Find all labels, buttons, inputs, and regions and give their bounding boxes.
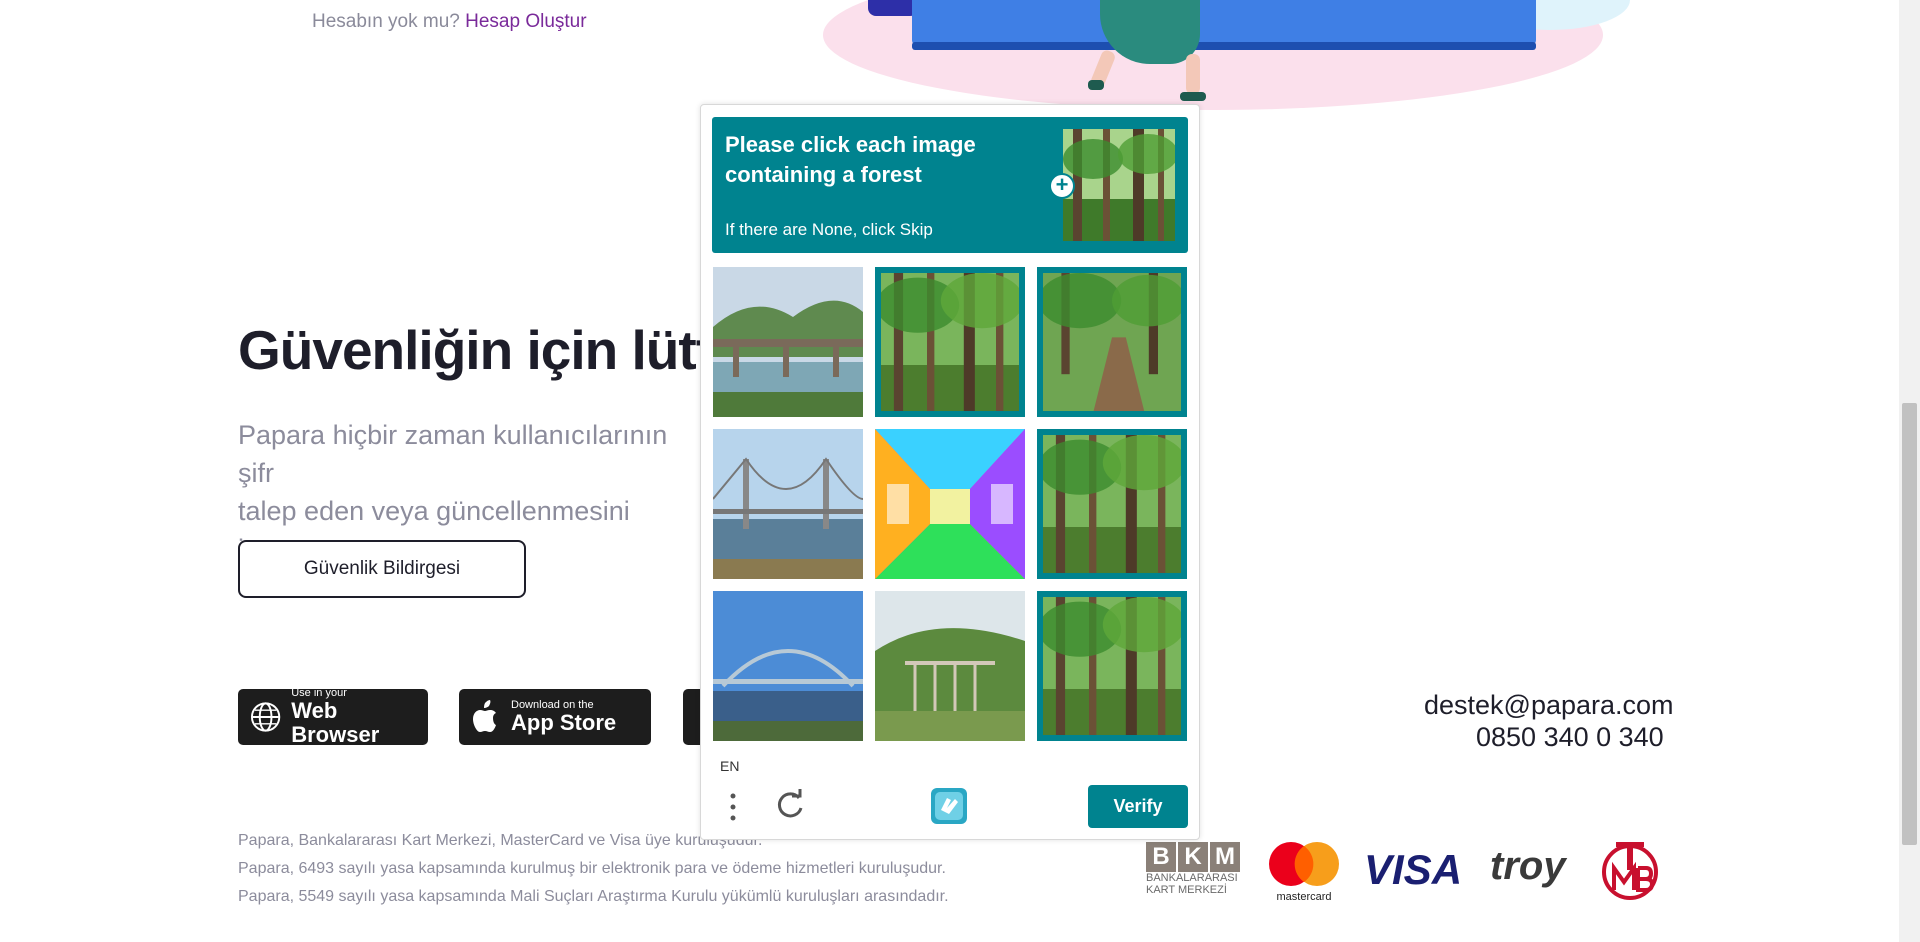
web-browser-label: Web Browser [291, 698, 380, 747]
captcha-subtitle: If there are None, click Skip [725, 220, 933, 239]
signup-prompt: Hesabın yok mu? Hesap Oluştur [312, 11, 587, 33]
captcha-tile-image [1043, 435, 1181, 573]
hero-illustration-shoe [1088, 80, 1104, 90]
app-store-button[interactable]: Download on the App Store [459, 689, 651, 745]
captcha-tile-image [875, 591, 1025, 741]
legal-line: Papara, 6493 sayılı yasa kapsamında kuru… [238, 860, 946, 877]
captcha-tile-image [1043, 273, 1181, 411]
apple-icon [473, 700, 496, 732]
security-paragraph-line: Papara hiçbir zaman kullanıcılarının şif… [238, 420, 668, 488]
mastercard-wordmark: mastercard [1276, 891, 1332, 903]
captcha-expand-sample-icon[interactable]: + [1049, 173, 1075, 199]
visa-logo: VISA [1364, 846, 1463, 893]
hcaptcha-logo-icon[interactable] [927, 786, 971, 826]
captcha-tile-image [713, 591, 863, 741]
hero-illustration-laptop [912, 0, 1536, 46]
captcha-tile-image [875, 429, 1025, 579]
captcha-tile[interactable] [1037, 429, 1187, 579]
captcha-sample-image [1063, 129, 1178, 241]
scrollbar-thumb[interactable] [1902, 403, 1917, 845]
bkm-logo: B K M BANKALARARASI KART MERKEZİ [1146, 842, 1242, 896]
captcha-tile[interactable] [1037, 267, 1187, 417]
web-browser-button[interactable]: Use in your Web Browser [238, 687, 428, 747]
captcha-tile-image [881, 273, 1019, 411]
globe-icon [250, 702, 281, 732]
legal-line: Papara, Bankalararası Kart Merkezi, Mast… [238, 832, 763, 849]
captcha-refresh-icon[interactable] [773, 788, 807, 822]
captcha-tile[interactable] [1037, 591, 1187, 741]
captcha-tile[interactable] [713, 429, 863, 579]
app-store-label: App Store [511, 710, 617, 735]
captcha-tile[interactable] [713, 591, 863, 741]
captcha-tile[interactable] [875, 591, 1025, 741]
create-account-link[interactable]: Hesap Oluştur [465, 11, 586, 32]
captcha-language[interactable]: EN [720, 758, 739, 774]
support-phone[interactable]: 0850 340 0 340 [1476, 722, 1664, 753]
bkm-letter: B [1146, 842, 1176, 872]
captcha-verify-button[interactable]: Verify [1088, 785, 1188, 828]
legal-line: Papara, 5549 sayılı yasa kapsamında Mali… [238, 888, 949, 905]
captcha-tile-image [1043, 597, 1181, 735]
security-headline: Güvenliğin için lütfe [238, 319, 744, 381]
bkm-subtitle: BANKALARARASI [1146, 872, 1238, 884]
bkm-letter: K [1178, 842, 1208, 872]
captcha-tile[interactable] [875, 429, 1025, 579]
captcha-tile[interactable] [875, 267, 1025, 417]
captcha-menu-icon[interactable] [727, 792, 739, 822]
captcha-tile-image [713, 267, 863, 417]
tcmb-logo [1598, 838, 1662, 902]
bkm-subtitle: KART MERKEZİ [1146, 884, 1227, 896]
captcha-title: Please click each image containing a for… [725, 132, 976, 187]
troy-logo: troy [1490, 844, 1566, 888]
captcha-tile-image [713, 429, 863, 579]
hero-illustration-shoe [1180, 92, 1206, 101]
bkm-letter: M [1210, 842, 1240, 872]
support-email[interactable]: destek@papara.com [1424, 690, 1674, 721]
signup-question: Hesabın yok mu? [312, 11, 460, 32]
hero-illustration-leg [1186, 54, 1200, 94]
captcha-tile[interactable] [713, 267, 863, 417]
hero-illustration-figure [868, 0, 918, 16]
hero-illustration-laptop-base [912, 42, 1536, 50]
security-notice-button[interactable]: Güvenlik Bildirgesi [238, 540, 526, 598]
mastercard-logo: mastercard [1267, 840, 1341, 903]
